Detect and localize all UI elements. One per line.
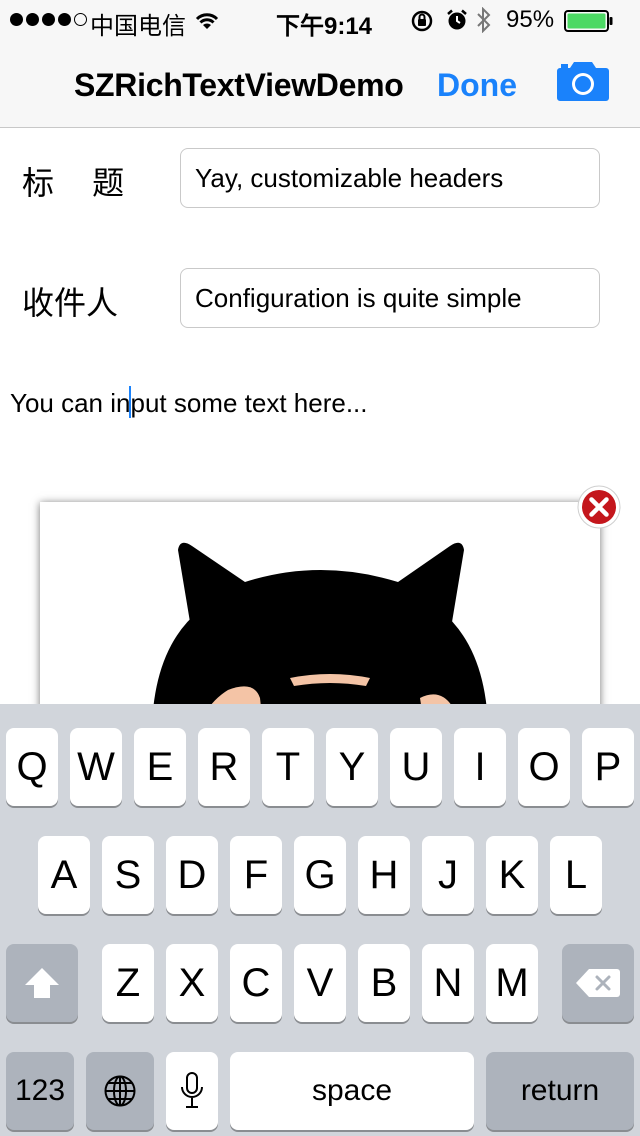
- nav-title: SZRichTextViewDemo: [74, 67, 404, 103]
- return-key[interactable]: return: [486, 1052, 634, 1130]
- delete-icon: [576, 969, 620, 997]
- key-i[interactable]: I: [454, 728, 506, 806]
- rich-text-editor[interactable]: You can input some text here...: [10, 386, 368, 419]
- key-j[interactable]: J: [422, 836, 474, 914]
- shift-icon: [25, 968, 59, 998]
- globe-icon: [104, 1075, 136, 1107]
- key-k[interactable]: K: [486, 836, 538, 914]
- editor-text-after-caret: put some text here...: [130, 388, 368, 418]
- carrier-name: 中国电信: [90, 13, 186, 40]
- wifi-icon: [194, 9, 220, 37]
- key-u[interactable]: U: [390, 728, 442, 806]
- bluetooth-icon: [476, 6, 492, 40]
- signal-strength-icon: [10, 13, 87, 26]
- title-label: 标 题: [22, 164, 139, 202]
- key-w[interactable]: W: [70, 728, 122, 806]
- key-z[interactable]: Z: [102, 944, 154, 1022]
- dictation-key[interactable]: [166, 1052, 218, 1130]
- alarm-icon: [446, 9, 468, 38]
- done-button[interactable]: Done: [437, 67, 517, 104]
- status-time: 下午9:14: [276, 13, 373, 40]
- globe-key[interactable]: [86, 1052, 154, 1130]
- status-bar: 中国电信 下午9:14 95%: [0, 0, 640, 40]
- space-key[interactable]: space: [230, 1052, 474, 1130]
- key-x[interactable]: X: [166, 944, 218, 1022]
- key-v[interactable]: V: [294, 944, 346, 1022]
- key-s[interactable]: S: [102, 836, 154, 914]
- key-f[interactable]: F: [230, 836, 282, 914]
- battery-percentage: 95%: [506, 6, 555, 33]
- key-b[interactable]: B: [358, 944, 410, 1022]
- key-e[interactable]: E: [134, 728, 186, 806]
- key-m[interactable]: M: [486, 944, 538, 1022]
- key-t[interactable]: T: [262, 728, 314, 806]
- key-c[interactable]: C: [230, 944, 282, 1022]
- key-d[interactable]: D: [166, 836, 218, 914]
- rotation-lock-icon: [410, 9, 434, 40]
- delete-key[interactable]: [562, 944, 634, 1022]
- close-circle-icon[interactable]: [576, 484, 622, 530]
- editor-text-before-caret: You can in: [10, 388, 131, 418]
- key-p[interactable]: P: [582, 728, 634, 806]
- numbers-key[interactable]: 123: [6, 1052, 74, 1130]
- camera-icon[interactable]: [556, 60, 610, 107]
- key-q[interactable]: Q: [6, 728, 58, 806]
- key-o[interactable]: O: [518, 728, 570, 806]
- navigation-bar: SZRichTextViewDemo Done: [0, 40, 640, 128]
- key-a[interactable]: A: [38, 836, 90, 914]
- title-field[interactable]: [180, 148, 600, 208]
- keyboard: Q W E R T Y U I O P A S D F G H J K L Z …: [0, 704, 640, 1136]
- key-r[interactable]: R: [198, 728, 250, 806]
- key-g[interactable]: G: [294, 836, 346, 914]
- recipient-label: 收件人: [22, 284, 119, 322]
- microphone-icon: [181, 1072, 203, 1108]
- key-l[interactable]: L: [550, 836, 602, 914]
- recipient-field[interactable]: [180, 268, 600, 328]
- shift-key[interactable]: [6, 944, 78, 1022]
- key-h[interactable]: H: [358, 836, 410, 914]
- key-y[interactable]: Y: [326, 728, 378, 806]
- key-n[interactable]: N: [422, 944, 474, 1022]
- battery-icon: [564, 10, 614, 39]
